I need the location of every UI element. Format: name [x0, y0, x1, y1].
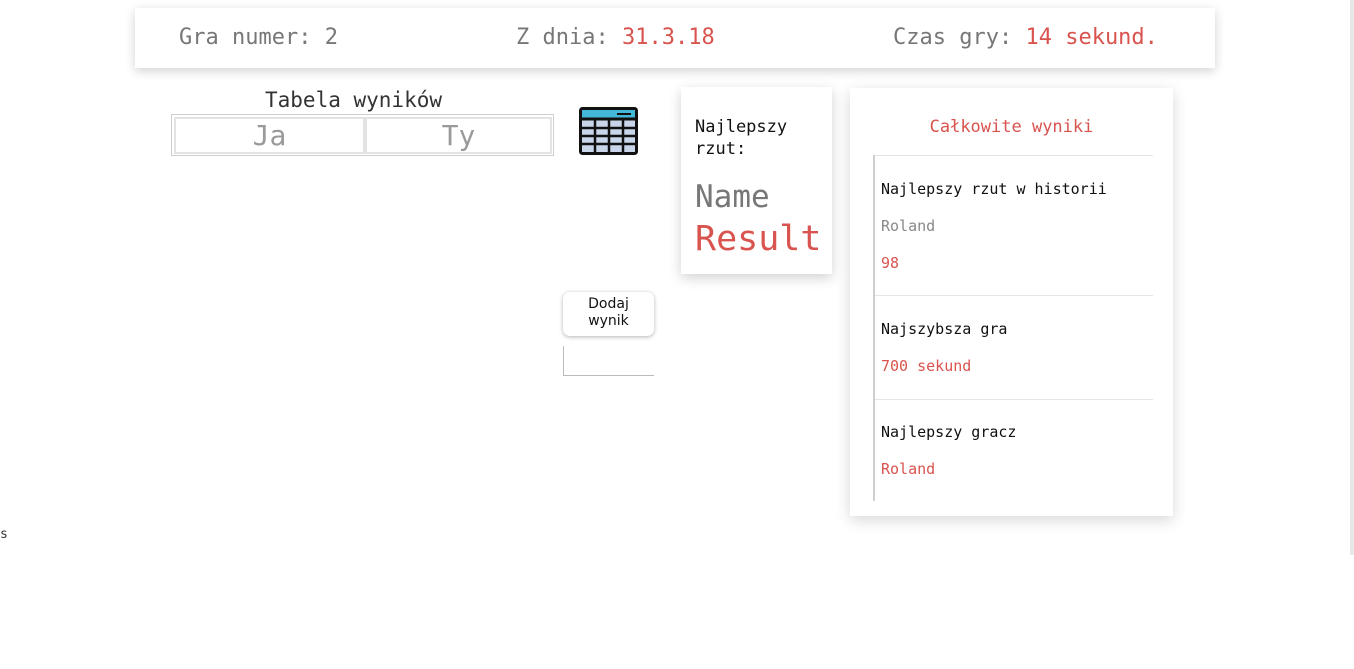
- game-time-value: 14 sekund.: [1025, 25, 1158, 50]
- game-number-label: Gra numer:: [179, 25, 312, 50]
- fastest-game-value: 700 sekund: [881, 357, 972, 375]
- table-icon[interactable]: [579, 107, 638, 155]
- scrollbar[interactable]: [1350, 0, 1354, 555]
- best-throw-history-heading: Najlepszy rzut w historii: [881, 180, 1107, 198]
- best-throw-history-value: 98: [881, 254, 900, 272]
- total-results-list: Najlepszy rzut w historii Roland 98 Najs…: [873, 155, 1153, 501]
- score-table-title: Tabela wyników: [265, 88, 443, 112]
- game-number-value: 2: [324, 25, 338, 50]
- total-results-card: Całkowite wyniki Najlepszy rzut w histor…: [850, 88, 1173, 516]
- score-table-header-me: Ja: [174, 117, 365, 154]
- fastest-game-heading: Najszybsza gra: [881, 320, 1008, 338]
- score-table: Ja Ty: [171, 114, 554, 156]
- game-time: Czas gry: 14 sekund.: [893, 25, 1158, 51]
- best-player-value: Roland: [881, 460, 936, 478]
- divider: [875, 399, 1153, 400]
- game-date: Z dnia: 31.3.18: [516, 25, 715, 51]
- game-date-label: Z dnia:: [516, 25, 609, 50]
- best-player-heading: Najlepszy gracz: [881, 423, 1017, 441]
- divider: [875, 295, 1153, 296]
- game-date-value: 31.3.18: [621, 25, 715, 50]
- best-throw-label: Najlepszy rzut:: [695, 117, 788, 159]
- best-throw-name: Name: [695, 179, 770, 215]
- total-results-title: Całkowite wyniki: [929, 117, 1094, 137]
- add-score-button[interactable]: Dodaj wynik: [563, 292, 654, 336]
- score-table-header-you: Ty: [365, 117, 552, 154]
- stray-text: s: [0, 527, 8, 542]
- best-throw-card: Najlepszy rzut: Name Result: [681, 87, 832, 274]
- score-input[interactable]: [563, 346, 654, 376]
- divider: [875, 155, 1153, 156]
- add-score-button-label: Dodaj wynik: [588, 296, 629, 329]
- best-throw-history-player: Roland: [881, 217, 936, 235]
- game-info-header: Gra numer: 2 Z dnia: 31.3.18 Czas gry: 1…: [135, 8, 1215, 68]
- game-time-label: Czas gry:: [893, 25, 1013, 50]
- game-number: Gra numer: 2: [179, 25, 338, 51]
- best-throw-result: Result: [695, 219, 822, 259]
